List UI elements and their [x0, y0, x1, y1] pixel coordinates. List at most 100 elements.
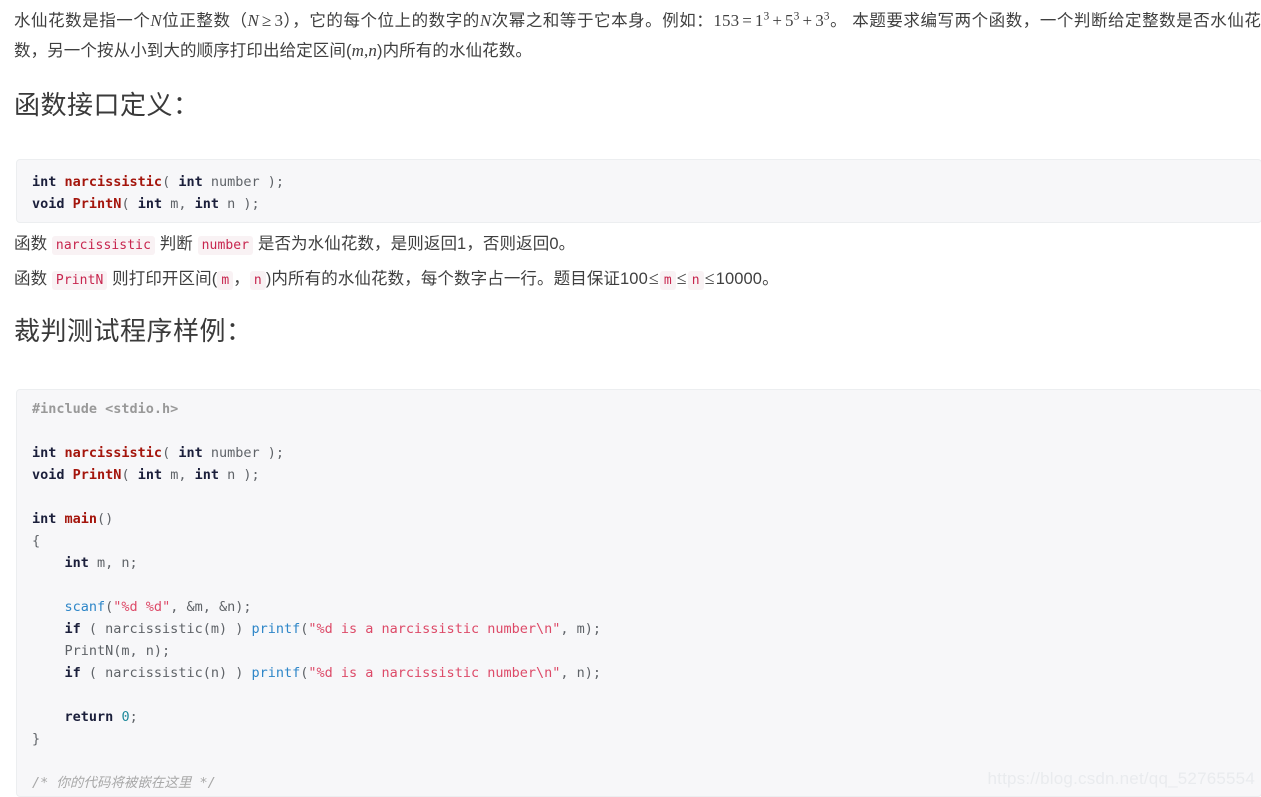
blog-url-watermark: https://blog.csdn.net/qq_52765554	[987, 769, 1255, 788]
code-token-plain: ( narcissistic(n) )	[80, 664, 252, 681]
math-plus-sign-2: +	[802, 11, 813, 30]
math-le-sign-1: ≤	[648, 268, 659, 288]
code-token-plain: n	[219, 466, 244, 483]
code-token-punct: (	[121, 466, 138, 483]
desc-printn-text-3: ，	[233, 270, 250, 288]
code-token-fn: narcissistic	[64, 444, 163, 461]
code-block-judge-sample: #include <stdio.h> int narcissistic( int…	[16, 388, 1261, 797]
code-token-kw: int	[32, 510, 57, 527]
desc-printn-text-5: 10000。	[715, 270, 779, 288]
code-token-kw: int	[194, 195, 219, 212]
intro-paragraph: 水仙花数是指一个N位正整数（N ≥3），它的每个位上的数字的N次幂之和等于它本身。…	[0, 6, 1261, 66]
inline-code-number: number	[197, 236, 254, 255]
code-line: if ( narcissistic(m) ) printf("%d is a n…	[32, 618, 1261, 640]
code-line: {	[32, 530, 1261, 552]
code-line: if ( narcissistic(n) ) printf("%d is a n…	[32, 662, 1261, 684]
inline-code-printn: PrintN	[51, 271, 108, 290]
code-token-kw: int	[178, 444, 203, 461]
code-token-pre: #include <stdio.h>	[32, 400, 179, 417]
code-token-kw: return	[64, 708, 114, 725]
code-token-kw: int	[137, 466, 163, 483]
code-token-punct: ;	[129, 708, 138, 725]
desc-narcissistic-text-2: 判断	[155, 235, 198, 253]
math-var-m: m	[351, 41, 364, 60]
code-token-punct: }	[32, 730, 41, 747]
code-token-kw: int	[137, 195, 163, 212]
intro-text-3: ），它的每个位上的数字的	[283, 12, 480, 30]
inline-code-narcissistic: narcissistic	[51, 236, 156, 255]
desc-printn-text-1: 函数	[14, 270, 52, 288]
code-line: int narcissistic( int number );	[32, 171, 1261, 193]
code-token-punct: );	[243, 466, 260, 483]
math-var-N-2: N	[247, 11, 259, 30]
code-line: int narcissistic( int number );	[32, 442, 1261, 464]
code-token-kw: int	[64, 554, 89, 571]
math-equals-sign: =	[742, 11, 752, 30]
desc-narcissistic-text-1: 函数	[14, 235, 52, 253]
desc-printn-text-4: )内所有的水仙花数，每个数字占一行。题目保证100	[265, 270, 648, 288]
math-var-N-1: N	[150, 11, 162, 30]
code-token-fn: PrintN	[72, 195, 122, 212]
code-token-kw: void	[32, 195, 65, 212]
code-token-plain: ( narcissistic(m) )	[80, 620, 252, 637]
code-token-punct: ()	[97, 510, 114, 527]
code-token-plain: n	[219, 195, 244, 212]
math-153: 153	[713, 11, 740, 30]
code-token-punct: (	[121, 195, 138, 212]
code-token-kw: if	[64, 664, 81, 681]
math-plus-sign-1: +	[772, 11, 783, 30]
code-line: int m, n;	[32, 552, 1261, 574]
intro-text-6: )内所有的水仙花数。	[376, 42, 532, 60]
math-le-sign-2: ≤	[676, 268, 687, 288]
code-token-plain: number	[202, 444, 268, 461]
math-exponent-2: 3	[793, 10, 800, 23]
description-narcissistic: 函数 narcissistic 判断 number 是否为水仙花数，是则返回1，…	[0, 230, 1261, 260]
code-line: int main()	[32, 508, 1261, 530]
code-token-kw: void	[32, 466, 65, 483]
inline-code-m-2: m	[659, 271, 676, 290]
code-token-punct: (	[162, 444, 179, 461]
code-token-punct: (	[162, 173, 179, 190]
code-token-comment: /* 你的代码将被嵌在这里 */	[32, 774, 216, 791]
code-token-fn: narcissistic	[64, 173, 163, 190]
code-token-kw: if	[64, 620, 81, 637]
code-token-plain: PrintN(m, n);	[32, 642, 171, 659]
math-var-N-3: N	[479, 11, 492, 30]
intro-text-1: 水仙花数是指一个	[14, 12, 151, 30]
code-token-fn: PrintN	[72, 466, 122, 483]
code-token-str: "%d is a narcissistic number\n"	[308, 664, 561, 681]
inline-code-n-1: n	[249, 271, 266, 290]
math-le-sign-3: ≤	[704, 268, 715, 288]
desc-printn-text-2: 则打印开区间(	[107, 270, 218, 288]
code-token-plain: m, n;	[88, 554, 138, 571]
code-token-plain: , m);	[560, 620, 601, 637]
code-token-punct: {	[32, 532, 41, 549]
inline-code-n-2: n	[687, 271, 704, 290]
code-line: PrintN(m, n);	[32, 640, 1261, 662]
intro-text-4: 次幂之和等于它本身。例如：	[491, 12, 714, 30]
code-line: }	[32, 728, 1261, 750]
code-token-plain: m,	[162, 466, 195, 483]
code-token-fn-call: scanf	[64, 598, 106, 615]
code-token-fn: main	[64, 510, 98, 527]
math-greater-equal-sign: ≥	[262, 11, 272, 30]
code-token-fn-call: printf	[251, 620, 301, 637]
code-token-plain: , n);	[560, 664, 601, 681]
intro-text-2: 位正整数（	[161, 12, 248, 30]
code-token-plain: number	[202, 173, 268, 190]
code-token-kw: int	[178, 173, 203, 190]
code-token-kw: int	[32, 173, 57, 190]
code-token-kw: int	[32, 444, 57, 461]
code-token-fn-call: printf	[251, 664, 301, 681]
math-base-2: 5	[785, 11, 794, 30]
